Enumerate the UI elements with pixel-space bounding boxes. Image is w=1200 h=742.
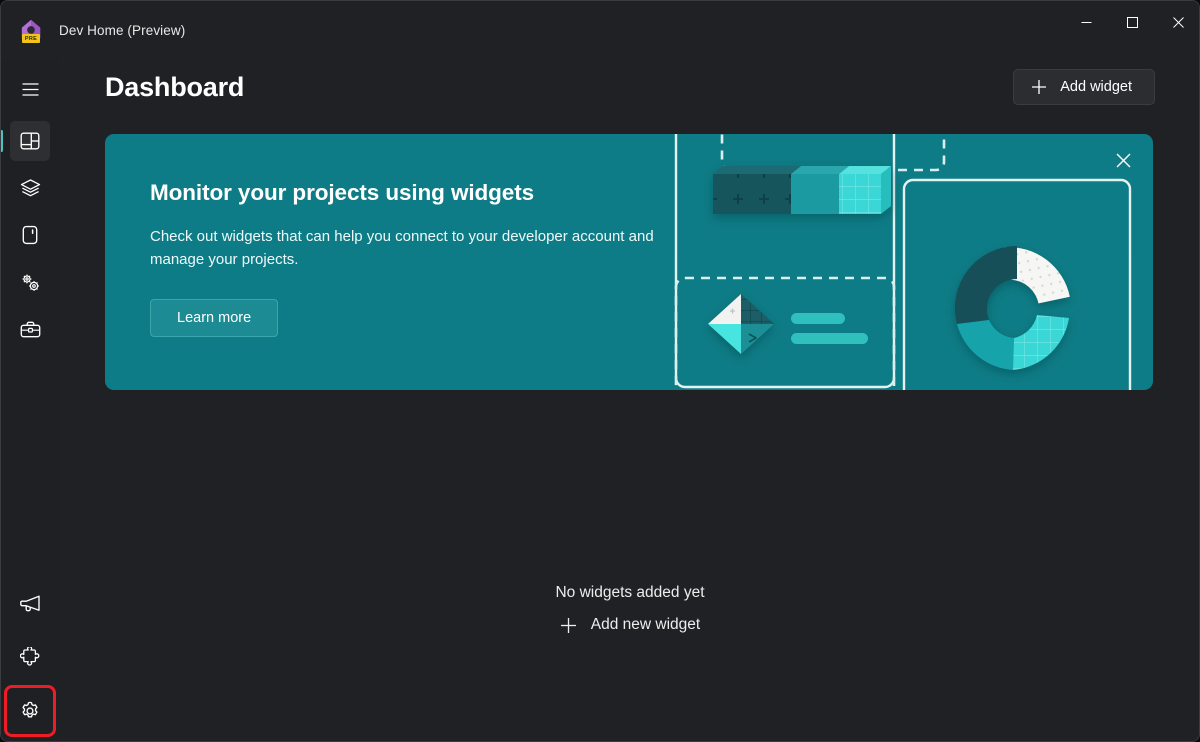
- title-bar: PRE Dev Home (Preview): [1, 1, 1199, 59]
- close-icon: [1172, 16, 1184, 28]
- sidebar-item-machine-configuration[interactable]: [10, 168, 50, 208]
- toolbox-icon: [20, 321, 40, 337]
- sidebar-item-extensions[interactable]: [10, 637, 50, 677]
- page-header: Dashboard Add widget: [105, 69, 1155, 105]
- list-lines-graphic: [791, 313, 868, 344]
- main-content: Dashboard Add widget Monitor your projec…: [59, 59, 1199, 741]
- dashboard-icon: [20, 132, 40, 150]
- sidebar-item-dashboard[interactable]: [1, 121, 50, 161]
- app-icon: PRE: [18, 17, 44, 43]
- preview-badge: PRE: [22, 34, 40, 43]
- sidebar: [1, 59, 59, 741]
- banner-text-block: Monitor your projects using widgets Chec…: [150, 180, 710, 337]
- add-widget-label: Add widget: [1060, 79, 1132, 95]
- empty-state: No widgets added yet Add new widget: [59, 584, 1199, 639]
- sidebar-item-environments[interactable]: [10, 215, 50, 255]
- learn-more-button[interactable]: Learn more: [150, 298, 279, 337]
- banner-close-button[interactable]: [1107, 144, 1139, 176]
- gear-icon: [22, 701, 38, 718]
- gears-icon: [22, 274, 39, 291]
- device-icon: [22, 225, 38, 245]
- close-icon: [1116, 153, 1130, 167]
- sidebar-bottom-group: [4, 583, 56, 737]
- donut-chart-card: [902, 178, 1132, 390]
- layers-icon: [20, 179, 40, 197]
- banner-description: Check out widgets that can help you conn…: [150, 228, 654, 269]
- widgets-promo-banner: Monitor your projects using widgets Chec…: [105, 134, 1153, 390]
- sidebar-item-settings[interactable]: [4, 685, 56, 737]
- close-button[interactable]: [1155, 1, 1199, 43]
- dashed-placeholder-card: [720, 134, 946, 172]
- app-title: Dev Home (Preview): [59, 22, 186, 38]
- bar-graphic: [713, 166, 891, 214]
- hamburger-menu-button[interactable]: [10, 69, 50, 109]
- puzzle-piece-icon: [20, 647, 40, 666]
- add-new-widget-label: Add new widget: [590, 616, 701, 633]
- page-title: Dashboard: [105, 71, 245, 102]
- megaphone-icon: [19, 595, 40, 612]
- sidebar-top-group: [1, 69, 50, 356]
- sidebar-item-toolbox[interactable]: [10, 309, 50, 349]
- minimize-icon: [1081, 21, 1091, 23]
- banner-title: Monitor your projects using widgets: [150, 180, 535, 205]
- add-new-widget-button[interactable]: Add new widget: [550, 612, 710, 638]
- dev-home-window: PRE Dev Home (Preview) Dashboard Add wid…: [0, 0, 1200, 742]
- hamburger-menu-icon: [22, 82, 38, 96]
- maximize-button[interactable]: [1109, 1, 1155, 43]
- donut-graphic: [954, 245, 1070, 370]
- minimize-button[interactable]: [1063, 1, 1109, 43]
- banner-illustration: [674, 134, 1132, 390]
- empty-state-title: No widgets added yet: [555, 584, 705, 601]
- add-widget-button[interactable]: Add widget: [1013, 69, 1155, 105]
- maximize-icon: [1126, 16, 1138, 28]
- diamond-graphic: [708, 294, 774, 354]
- sidebar-item-send-feedback[interactable]: [10, 583, 50, 623]
- sidebar-item-utilities[interactable]: [10, 262, 50, 302]
- window-controls: [1063, 1, 1199, 43]
- plus-icon: [1032, 80, 1047, 94]
- plus-icon: [560, 617, 576, 633]
